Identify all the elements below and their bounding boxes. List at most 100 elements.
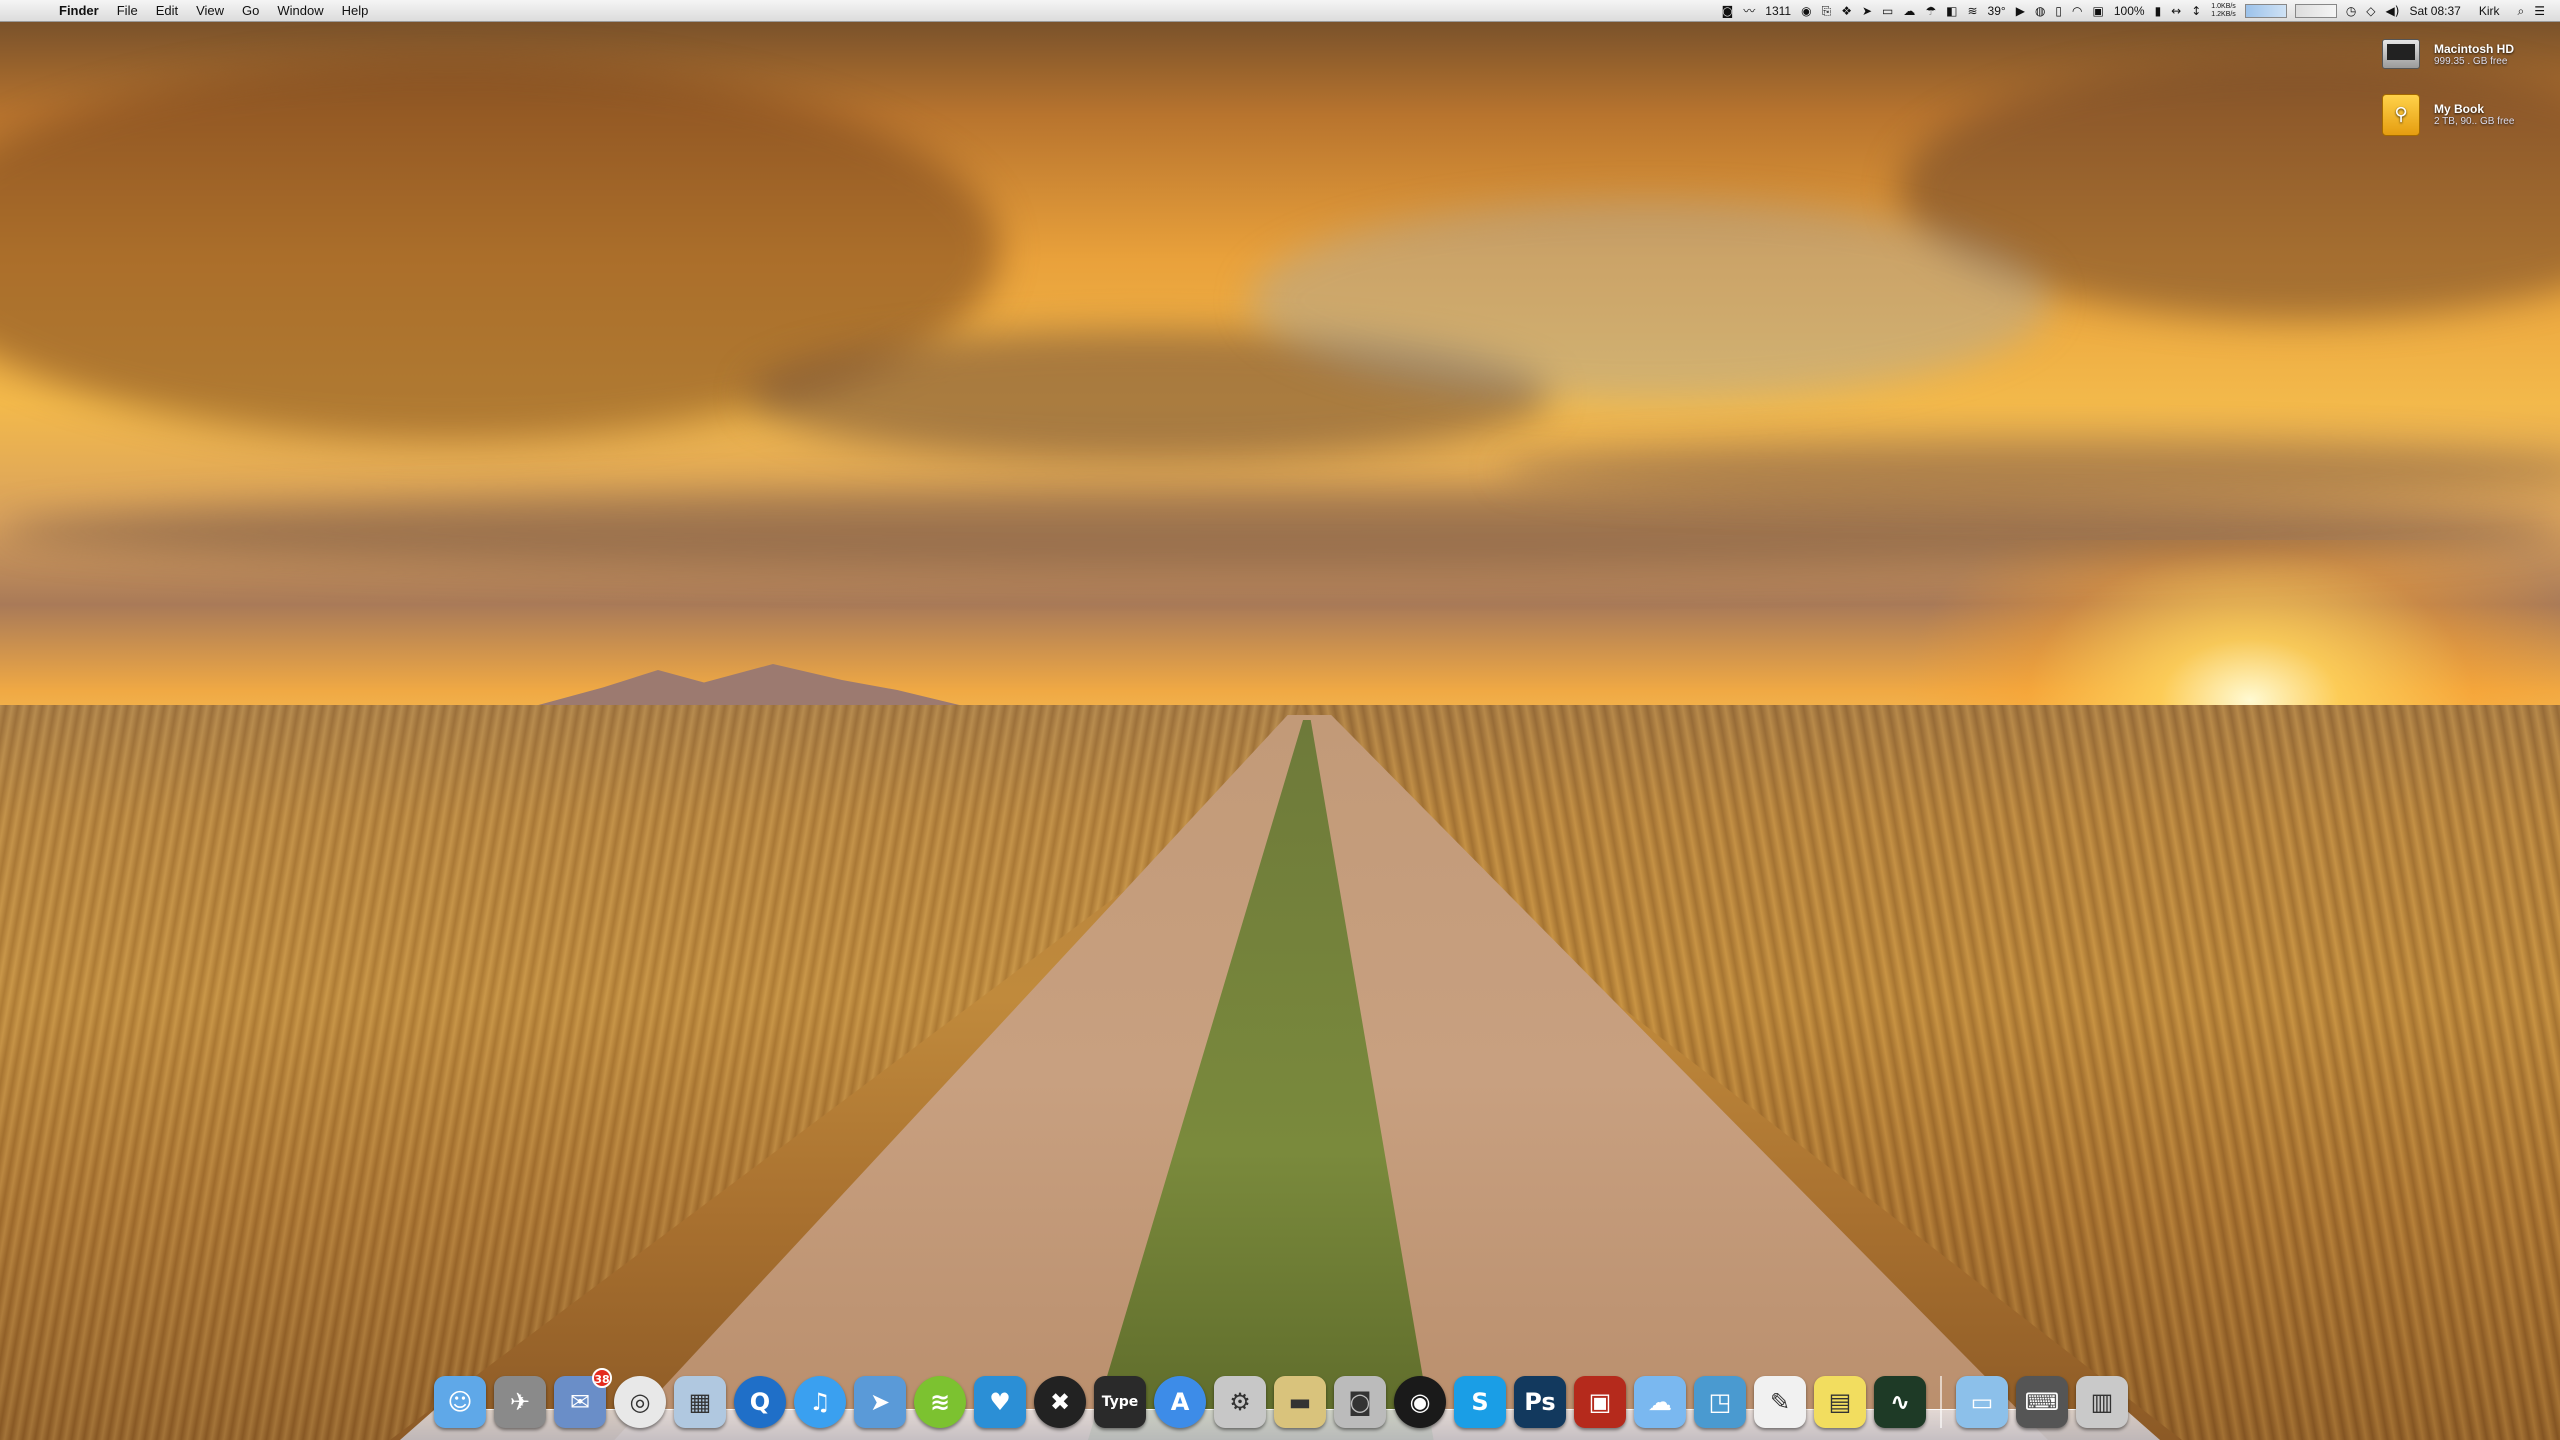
skype-icon[interactable]: S bbox=[1454, 1376, 1506, 1428]
external-drive-icon: ⚲ bbox=[2382, 94, 2420, 136]
airplay-icon[interactable]: ▣ bbox=[2088, 0, 2109, 22]
webcam-icon[interactable]: ◉ bbox=[1394, 1376, 1446, 1428]
drive-name: Macintosh HD bbox=[2434, 41, 2515, 56]
automator-icon[interactable]: ⚙ bbox=[1214, 1376, 1266, 1428]
menu-edit[interactable]: Edit bbox=[147, 0, 187, 22]
spotlight-search-icon[interactable]: ⌕ bbox=[2513, 0, 2530, 22]
drive-info: 999.35 . GB free bbox=[2434, 55, 2508, 67]
trash-icon[interactable]: ▥ bbox=[2076, 1376, 2128, 1428]
boot-camp-icon[interactable]: ◳ bbox=[1694, 1376, 1746, 1428]
dock-icon-glyph: ▬ bbox=[1288, 1388, 1312, 1416]
menu-app-name[interactable]: Finder bbox=[50, 0, 108, 22]
activity-graph-icon[interactable]: 〰 bbox=[1738, 0, 1760, 22]
itunes-icon[interactable]: ♫ bbox=[794, 1376, 846, 1428]
camera-icon[interactable]: ◙ bbox=[1334, 1376, 1386, 1428]
weather-icon[interactable]: ≋ bbox=[1962, 0, 1982, 22]
desktop-drive-my-book[interactable]: ⚲ My Book 2 TB, 90.. GB free bbox=[2382, 94, 2544, 136]
truck-icon[interactable]: ▬ bbox=[1274, 1376, 1326, 1428]
dock-icon-glyph: ▣ bbox=[1588, 1388, 1612, 1416]
finder-icon[interactable]: ☺ bbox=[434, 1376, 486, 1428]
wifi-signal-icon[interactable]: ◇ bbox=[2361, 0, 2380, 22]
temperature-status[interactable]: 39° bbox=[1983, 0, 2011, 22]
dock-icon-glyph: ♥ bbox=[989, 1388, 1011, 1416]
paper-plane-icon[interactable]: ➤ bbox=[854, 1376, 906, 1428]
photoshop-icon[interactable]: Ps bbox=[1514, 1376, 1566, 1428]
dock-icon-glyph: ▥ bbox=[2090, 1388, 2114, 1416]
cloud bbox=[0, 490, 2560, 570]
chrome-icon[interactable]: ◎ bbox=[614, 1376, 666, 1428]
dock-icon-glyph: S bbox=[1471, 1388, 1489, 1416]
messages-icon[interactable]: ☁ bbox=[1634, 1376, 1686, 1428]
dropbox-icon[interactable]: ❖ bbox=[1836, 0, 1857, 22]
dock-icon-glyph: ◳ bbox=[1708, 1388, 1732, 1416]
desktop-wallpaper: Finder File Edit View Go Window Help ◙ 〰… bbox=[0, 0, 2560, 1440]
quicktime-icon[interactable]: Q bbox=[734, 1376, 786, 1428]
time-machine-icon[interactable]: ◍ bbox=[2030, 0, 2050, 22]
arrows-icon[interactable]: ↔ bbox=[2166, 0, 2186, 22]
dock-icon-glyph: ≋ bbox=[929, 1388, 951, 1416]
cloud-icon[interactable]: ☁ bbox=[1898, 0, 1920, 22]
dock-icon-glyph: ☁ bbox=[1648, 1388, 1672, 1416]
activity-monitor-icon[interactable]: ∿ bbox=[1874, 1376, 1926, 1428]
net-up: 1.0KB/s bbox=[2211, 2, 2236, 10]
time-machine-clock-icon[interactable]: ◷ bbox=[2341, 0, 2361, 22]
preview-icon[interactable]: ▦ bbox=[674, 1376, 726, 1428]
clock[interactable]: Sat 08:37 bbox=[2404, 0, 2465, 22]
folder-icon[interactable]: ▭ bbox=[1956, 1376, 2008, 1428]
twitter-bird-icon[interactable]: ♥ bbox=[974, 1376, 1026, 1428]
toggle-icon[interactable]: ◧ bbox=[1941, 0, 1962, 22]
dock-icon-glyph: ◎ bbox=[629, 1388, 651, 1416]
dock-icon-glyph: ✎ bbox=[1769, 1388, 1791, 1416]
dock-icon-glyph: Q bbox=[749, 1388, 771, 1416]
spotify-icon[interactable]: ≋ bbox=[914, 1376, 966, 1428]
stickies-icon[interactable]: ▤ bbox=[1814, 1376, 1866, 1428]
location-icon[interactable]: ➤ bbox=[1857, 0, 1877, 22]
dock-separator bbox=[1940, 1376, 1942, 1428]
cpu-meter[interactable] bbox=[2244, 3, 2287, 18]
record-icon[interactable]: ◉ bbox=[1796, 0, 1816, 22]
photo-booth-icon[interactable]: ▣ bbox=[1574, 1376, 1626, 1428]
wifi-icon[interactable]: ◠ bbox=[2067, 0, 2087, 22]
app-store-icon[interactable]: A bbox=[1154, 1376, 1206, 1428]
menu-go[interactable]: Go bbox=[233, 0, 268, 22]
arrows-vertical-icon[interactable]: ↕ bbox=[2186, 0, 2206, 22]
menu-file[interactable]: File bbox=[108, 0, 147, 22]
umbrella-icon[interactable]: ☂ bbox=[1920, 0, 1941, 22]
user-name[interactable]: Kirk bbox=[2474, 0, 2505, 22]
counter-status[interactable]: 1311 bbox=[1760, 0, 1796, 22]
dock-icon-glyph: ▤ bbox=[1828, 1388, 1852, 1416]
notification-badge: 38 bbox=[592, 1368, 612, 1388]
dock-icon-glyph: ☺ bbox=[447, 1388, 473, 1416]
dock-icon-glyph: ✈ bbox=[509, 1388, 531, 1416]
menu-bar: Finder File Edit View Go Window Help ◙ 〰… bbox=[0, 0, 2560, 22]
volume-icon[interactable]: ◀) bbox=[2381, 0, 2405, 22]
play-icon[interactable]: ▶ bbox=[2011, 0, 2030, 22]
dock-icon-glyph: Type bbox=[1101, 1394, 1139, 1410]
battery-percent[interactable]: 100% bbox=[2109, 0, 2150, 22]
menu-window[interactable]: Window bbox=[268, 0, 332, 22]
desktop-drive-macintosh-hd[interactable]: Macintosh HD 999.35 . GB free bbox=[2382, 34, 2544, 74]
dock-icon-glyph: ▭ bbox=[1970, 1388, 1994, 1416]
dock-icon-glyph: ✉ bbox=[569, 1388, 591, 1416]
battery-alt-icon[interactable]: ▯ bbox=[2050, 0, 2067, 22]
clipboard-icon[interactable]: ⎘ bbox=[1817, 0, 1837, 22]
mail-stamp-icon[interactable]: ✉ 38 bbox=[554, 1368, 612, 1428]
launchpad-icon[interactable]: ✈ bbox=[494, 1376, 546, 1428]
menu-help[interactable]: Help bbox=[333, 0, 378, 22]
notification-center-icon[interactable]: ☰ bbox=[2529, 0, 2550, 22]
type2phone-icon[interactable]: Type bbox=[1094, 1376, 1146, 1428]
crossover-icon[interactable]: ✖ bbox=[1034, 1376, 1086, 1428]
keyboard-icon[interactable]: ⌨ bbox=[2016, 1376, 2068, 1428]
dock-icon-glyph: ➤ bbox=[869, 1388, 891, 1416]
skype-status-icon[interactable]: ◙ bbox=[1717, 0, 1739, 22]
battery-icon[interactable]: ▮ bbox=[2150, 0, 2167, 22]
menu-view[interactable]: View bbox=[187, 0, 233, 22]
network-speed[interactable]: 1.0KB/s 1.2KB/s bbox=[2206, 3, 2241, 19]
dock-icon-glyph: ◙ bbox=[1348, 1388, 1372, 1416]
hard-drive-icon bbox=[2382, 34, 2420, 74]
drive-info: 2 TB, 90.. GB free bbox=[2434, 115, 2515, 127]
display-icon[interactable]: ▭ bbox=[1877, 0, 1898, 22]
memory-meter[interactable] bbox=[2294, 3, 2337, 18]
textedit-icon[interactable]: ✎ bbox=[1754, 1376, 1806, 1428]
cloud bbox=[1250, 200, 2050, 400]
